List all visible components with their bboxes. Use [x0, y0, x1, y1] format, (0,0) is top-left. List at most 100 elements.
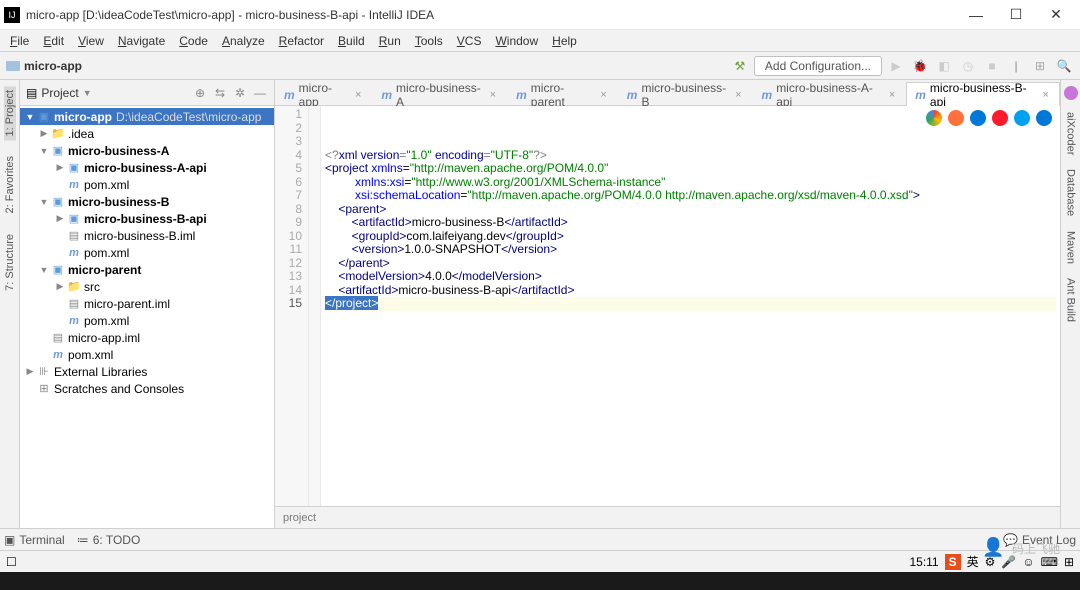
aix-icon[interactable] [1064, 86, 1078, 100]
terminal-tab[interactable]: ▣Terminal [4, 533, 65, 547]
menu-build[interactable]: Build [332, 32, 371, 50]
menu-help[interactable]: Help [546, 32, 583, 50]
left-tab-0[interactable]: 1: Project [4, 86, 16, 140]
breadcrumb[interactable]: project [275, 506, 1060, 528]
event-log-icon: 💬 [1003, 533, 1018, 547]
stop-icon[interactable]: ■ [982, 56, 1002, 76]
event-log-tab[interactable]: 💬Event Log [1003, 533, 1076, 547]
editor-tab[interactable]: mmicro-business-B× [618, 82, 753, 106]
tree-row[interactable]: ▤micro-parent.iml [20, 295, 274, 312]
structure-icon[interactable]: ⊞ [1030, 56, 1050, 76]
status-tray-3[interactable]: ☺ [1022, 555, 1034, 569]
editor-tab[interactable]: mmicro-business-B-api× [906, 82, 1060, 106]
tree-row[interactable]: ⊞Scratches and Consoles [20, 380, 274, 397]
tree-row[interactable]: ▼▣micro-app D:\ideaCodeTest\micro-app [20, 108, 274, 125]
right-tab-0[interactable]: aiXcoder [1065, 110, 1077, 157]
menu-file[interactable]: File [4, 32, 35, 50]
project-header-label[interactable]: Project [41, 86, 78, 100]
m-icon: m [66, 315, 82, 327]
firefox-icon[interactable] [948, 110, 964, 126]
editor-tabs: mmicro-app×mmicro-business-A×mmicro-pare… [275, 80, 1060, 106]
tree-row[interactable]: ▶📁.idea [20, 125, 274, 142]
gear-icon[interactable]: ✲ [232, 86, 248, 100]
tree-row[interactable]: ▼▣micro-parent [20, 261, 274, 278]
tree-row[interactable]: ▶📁src [20, 278, 274, 295]
status-time: 15:11 [909, 555, 938, 569]
tree-row[interactable]: ▼▣micro-business-B [20, 193, 274, 210]
coverage-icon[interactable]: ◧ [934, 56, 954, 76]
status-icon[interactable]: ☐ [6, 555, 17, 569]
m-icon: m [66, 247, 82, 259]
run-icon[interactable]: ▶ [886, 56, 906, 76]
close-icon[interactable]: × [490, 89, 496, 101]
ie-icon[interactable] [1014, 110, 1030, 126]
left-tab-1[interactable]: 2: Favorites [4, 152, 16, 217]
todo-icon: ≔ [77, 533, 89, 547]
menu-run[interactable]: Run [373, 32, 407, 50]
hide-icon[interactable]: — [252, 86, 268, 100]
menu-tools[interactable]: Tools [409, 32, 449, 50]
close-icon[interactable]: × [600, 89, 606, 101]
editor[interactable]: 123456789101112131415 <?xml version="1.0… [275, 106, 1060, 506]
status-tray-5[interactable]: ⊞ [1064, 555, 1074, 569]
menu-window[interactable]: Window [489, 32, 544, 50]
edge-icon[interactable] [1036, 110, 1052, 126]
tree-row[interactable]: mpom.xml [20, 312, 274, 329]
editor-tab[interactable]: mmicro-business-A-api× [753, 82, 907, 106]
select-open-file-icon[interactable]: ⊕ [192, 86, 208, 100]
code-area[interactable]: <?xml version="1.0" encoding="UTF-8"?><p… [321, 106, 1060, 506]
left-tab-2[interactable]: 7: Structure [4, 230, 16, 295]
tree-row[interactable]: mpom.xml [20, 176, 274, 193]
chrome-icon[interactable] [926, 110, 942, 126]
project-tree[interactable]: ▼▣micro-app D:\ideaCodeTest\micro-app▶📁.… [20, 106, 274, 528]
tree-row[interactable]: ▶▣micro-business-B-api [20, 210, 274, 227]
close-button[interactable]: ✕ [1036, 1, 1076, 29]
debug-icon[interactable]: 🐞 [910, 56, 930, 76]
status-tray-1[interactable]: ⚙ [985, 555, 996, 569]
search-icon[interactable]: 🔍 [1054, 56, 1074, 76]
close-icon[interactable]: × [889, 89, 895, 101]
build-hammer-icon[interactable]: ⚒ [730, 56, 750, 76]
menu-vcs[interactable]: VCS [451, 32, 488, 50]
status-tray-2[interactable]: 🎤 [1001, 555, 1016, 569]
close-icon[interactable]: × [355, 89, 361, 101]
editor-tab[interactable]: mmicro-business-A× [372, 82, 507, 106]
expand-all-icon[interactable]: ⇆ [212, 86, 228, 100]
close-icon[interactable]: × [1043, 89, 1049, 101]
right-tab-1[interactable]: Database [1065, 167, 1077, 218]
tree-row[interactable]: ▼▣micro-business-A [20, 142, 274, 159]
tree-row[interactable]: mpom.xml [20, 244, 274, 261]
profile-icon[interactable]: ◷ [958, 56, 978, 76]
tree-row[interactable]: ▶▣micro-business-A-api [20, 159, 274, 176]
ime-lang[interactable]: 英 [967, 553, 979, 570]
add-configuration-button[interactable]: Add Configuration... [754, 56, 882, 76]
todo-tab[interactable]: ≔6: TODO [77, 533, 141, 547]
tree-row[interactable]: ▤micro-business-B.iml [20, 227, 274, 244]
right-tab-2[interactable]: Maven [1065, 229, 1077, 266]
maven-icon: m [762, 88, 773, 102]
editor-tab[interactable]: mmicro-parent× [507, 82, 618, 106]
minimize-button[interactable]: — [956, 1, 996, 29]
status-tray-4[interactable]: ⌨ [1041, 555, 1058, 569]
tree-row[interactable]: ▶⊪External Libraries [20, 363, 274, 380]
sogou-icon[interactable]: S [945, 554, 961, 570]
right-tab-3[interactable]: Ant Build [1065, 276, 1077, 324]
scr-icon: ⊞ [36, 382, 52, 395]
editor-tab[interactable]: mmicro-app× [275, 82, 372, 106]
menu-edit[interactable]: Edit [37, 32, 70, 50]
nav-path[interactable]: micro-app [24, 59, 730, 73]
menu-view[interactable]: View [72, 32, 110, 50]
app-icon: IJ [4, 7, 20, 23]
tree-row[interactable]: mpom.xml [20, 346, 274, 363]
menu-navigate[interactable]: Navigate [112, 32, 171, 50]
project-dropdown-icon[interactable]: ▤ [26, 86, 37, 100]
safari-icon[interactable] [970, 110, 986, 126]
menu-analyze[interactable]: Analyze [216, 32, 271, 50]
close-icon[interactable]: × [735, 89, 741, 101]
menu-refactor[interactable]: Refactor [273, 32, 330, 50]
tree-row[interactable]: ▤micro-app.iml [20, 329, 274, 346]
maven-icon: m [284, 88, 295, 102]
menu-code[interactable]: Code [173, 32, 214, 50]
opera-icon[interactable] [992, 110, 1008, 126]
maximize-button[interactable]: ☐ [996, 1, 1036, 29]
